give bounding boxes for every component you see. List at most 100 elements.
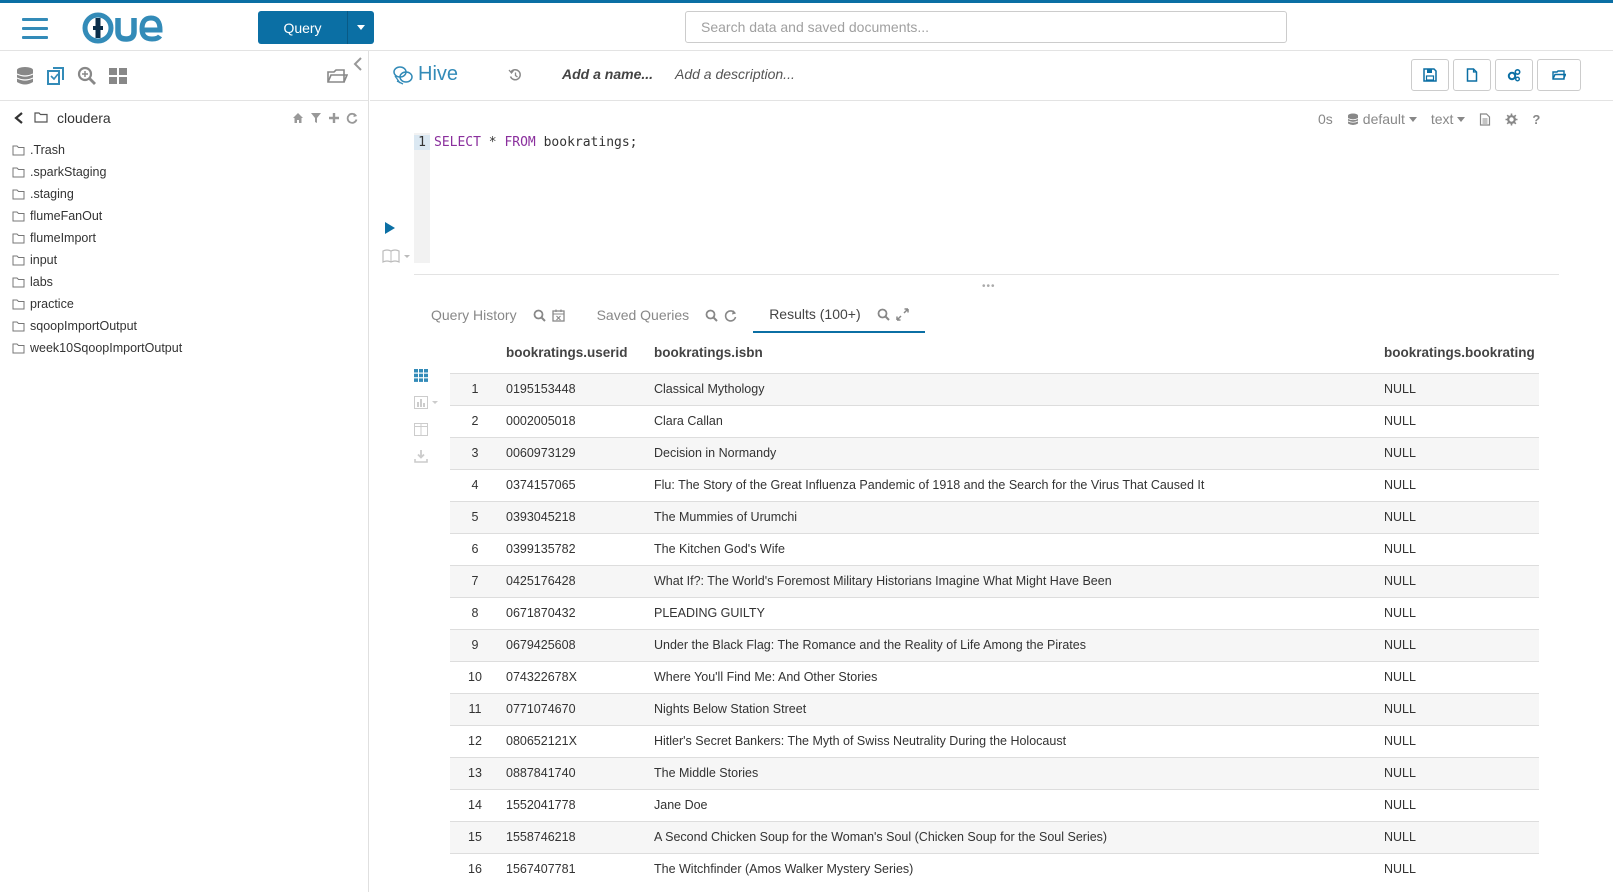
folder-name: input bbox=[30, 253, 58, 267]
cell-userid: 0393045218 bbox=[500, 500, 648, 533]
calendar-icon[interactable] bbox=[551, 309, 565, 322]
list-item[interactable]: .staging bbox=[0, 183, 369, 205]
hue-logo[interactable] bbox=[82, 12, 182, 44]
download-button[interactable] bbox=[414, 443, 444, 470]
tab-query-history[interactable]: Query History bbox=[415, 297, 581, 333]
expand-icon[interactable] bbox=[895, 307, 909, 321]
cell-isbn: The Witchfinder (Amos Walker Mystery Ser… bbox=[648, 852, 1378, 885]
help-button[interactable]: ? bbox=[1532, 112, 1540, 127]
current-path-name[interactable]: cloudera bbox=[57, 110, 111, 126]
list-item[interactable]: labs bbox=[0, 271, 369, 293]
column-header[interactable]: bookratings.isbn bbox=[648, 333, 1378, 374]
cell-bookrating: NULL bbox=[1378, 500, 1539, 533]
open-folder-icon[interactable] bbox=[326, 65, 348, 87]
list-item[interactable]: .Trash bbox=[0, 139, 369, 161]
history-icon[interactable] bbox=[508, 68, 522, 82]
list-item[interactable]: week10SqoopImportOutput bbox=[0, 337, 369, 359]
hdfs-file-list: .Trash .sparkStaging .staging flumeFanOu… bbox=[0, 139, 369, 359]
home-icon[interactable] bbox=[292, 112, 304, 124]
resize-handle[interactable]: ••• bbox=[982, 281, 996, 292]
search-icon[interactable] bbox=[533, 309, 546, 322]
snippet-toolbar: 0s default text ? bbox=[1318, 111, 1540, 127]
column-header[interactable]: bookratings.userid bbox=[500, 333, 648, 374]
refresh-icon[interactable] bbox=[724, 309, 737, 322]
column-header[interactable]: bookratings.bookrating bbox=[1378, 333, 1539, 374]
query-name-field[interactable]: Add a name... bbox=[562, 66, 653, 82]
row-index: 3 bbox=[450, 436, 500, 469]
grid-icon[interactable] bbox=[107, 65, 129, 87]
query-button[interactable]: Query bbox=[258, 11, 374, 44]
cell-userid: 0771074670 bbox=[500, 692, 648, 725]
search-icon[interactable] bbox=[705, 309, 718, 322]
query-button-label[interactable]: Query bbox=[258, 11, 348, 44]
cell-userid: 0425176428 bbox=[500, 564, 648, 597]
plus-icon[interactable] bbox=[328, 112, 340, 124]
refresh-icon[interactable] bbox=[346, 112, 358, 124]
row-index: 16 bbox=[450, 852, 500, 885]
hamburger-menu-icon[interactable] bbox=[22, 18, 48, 39]
search-icon[interactable] bbox=[76, 65, 98, 87]
folder-name: labs bbox=[30, 275, 53, 289]
global-search-input[interactable] bbox=[685, 11, 1287, 43]
query-description-field[interactable]: Add a description... bbox=[675, 66, 795, 82]
code-editor[interactable]: 1 SELECT * FROM bookratings; bbox=[414, 133, 1559, 263]
folder-icon bbox=[12, 343, 25, 353]
cell-isbn: Nights Below Station Street bbox=[648, 692, 1378, 725]
gear-icon bbox=[1505, 113, 1518, 125]
query-dropdown-toggle[interactable] bbox=[348, 11, 374, 44]
list-item[interactable]: .sparkStaging bbox=[0, 161, 369, 183]
back-arrow-icon[interactable] bbox=[14, 112, 24, 124]
cell-userid: 1567407781 bbox=[500, 852, 648, 885]
tab-results[interactable]: Results (100+) bbox=[753, 297, 925, 333]
bar-chart-icon bbox=[414, 396, 438, 409]
table-row: 12 080652121X Hitler's Secret Bankers: The… bbox=[450, 724, 1539, 757]
columns-toggle-button[interactable] bbox=[414, 416, 444, 443]
question-icon: ? bbox=[1532, 111, 1541, 127]
snippet-settings-button[interactable] bbox=[1505, 113, 1518, 126]
search-icon[interactable] bbox=[877, 308, 890, 321]
list-item[interactable]: sqoopImportOutput bbox=[0, 315, 369, 337]
cell-bookrating: NULL bbox=[1378, 372, 1539, 405]
grid-view-button[interactable] bbox=[414, 362, 444, 389]
cell-userid: 0887841740 bbox=[500, 756, 648, 789]
list-item[interactable]: flumeImport bbox=[0, 227, 369, 249]
filter-icon[interactable] bbox=[310, 112, 322, 124]
list-item[interactable]: practice bbox=[0, 293, 369, 315]
list-item[interactable]: input bbox=[0, 249, 369, 271]
snippet-doc-button[interactable] bbox=[1479, 112, 1491, 126]
files-icon[interactable] bbox=[45, 65, 67, 87]
new-document-button[interactable] bbox=[1453, 59, 1491, 91]
cell-isbn: Where You'll Find Me: And Other Stories bbox=[648, 660, 1378, 693]
table-row: 15 1558746218 A Second Chicken Soup for th… bbox=[450, 820, 1539, 853]
table-row: 16 1567407781 The Witchfinder (Amos Walker… bbox=[450, 852, 1539, 885]
database-icon bbox=[1347, 113, 1358, 125]
table-row: 10 074322678X Where You'll Find Me: And Ot… bbox=[450, 660, 1539, 693]
open-documents-button[interactable] bbox=[1537, 59, 1581, 91]
new-file-icon bbox=[1466, 68, 1478, 82]
database-name: default bbox=[1362, 111, 1405, 127]
chart-view-button[interactable] bbox=[414, 389, 444, 416]
tab-saved-queries[interactable]: Saved Queries bbox=[581, 297, 754, 333]
cell-bookrating: NULL bbox=[1378, 692, 1539, 725]
database-selector[interactable]: default bbox=[1347, 111, 1417, 127]
settings-button[interactable] bbox=[1495, 59, 1533, 91]
cell-isbn: Decision in Normandy bbox=[648, 436, 1378, 469]
download-icon bbox=[414, 450, 428, 463]
table-row: 5 0393045218 The Mummies of Urumchi NULL bbox=[450, 500, 1539, 533]
cell-userid: 0679425608 bbox=[500, 628, 648, 661]
table-header-row: bookratings.userid bookratings.isbn book… bbox=[450, 333, 1539, 374]
folder-icon bbox=[12, 255, 25, 265]
run-query-icon[interactable] bbox=[384, 221, 396, 235]
table-row: 7 0425176428 What If?: The World's Foremos… bbox=[450, 564, 1539, 597]
list-item[interactable]: flumeFanOut bbox=[0, 205, 369, 227]
editor-gutter: 1 bbox=[414, 133, 430, 263]
collapse-panel-icon[interactable] bbox=[352, 57, 364, 71]
save-button[interactable] bbox=[1411, 59, 1449, 91]
format-selector[interactable]: text bbox=[1431, 111, 1466, 127]
cell-userid: 0671870432 bbox=[500, 596, 648, 629]
database-icon[interactable] bbox=[14, 65, 36, 87]
sql-code[interactable]: SELECT * FROM bookratings; bbox=[434, 135, 638, 150]
table-row: 9 0679425608 Under the Black Flag: The Rom… bbox=[450, 628, 1539, 661]
snippet-book-icon[interactable] bbox=[382, 249, 412, 263]
chevron-down-icon bbox=[1408, 116, 1417, 122]
